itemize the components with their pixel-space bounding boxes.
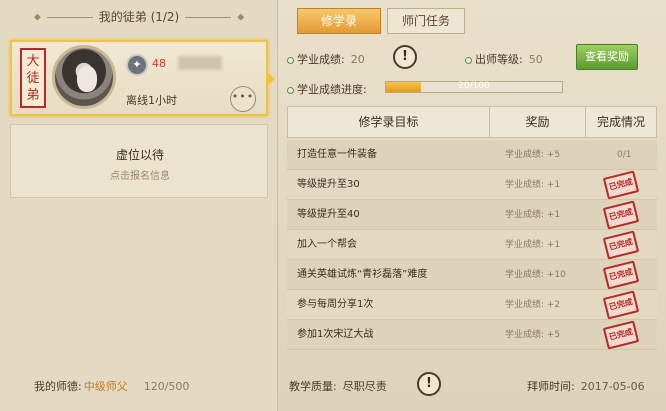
header-reward: 奖励 <box>490 107 586 137</box>
apprentice-date-value: 2017-05-06 <box>580 380 645 393</box>
vacant-title: 虚位以待 <box>115 148 164 162</box>
completed-stamp: 已完成 <box>602 260 640 290</box>
reward-text: 学业成绩: +10 <box>505 270 566 280</box>
teaching-quality: 教学质量: 尽职尽责 <box>289 378 387 394</box>
header-goal: 修学录目标 <box>288 107 490 137</box>
master-virtue-label: 我的师德: <box>34 380 82 393</box>
academic-score-label: 学业成绩: <box>297 53 345 66</box>
table-row: 加入一个帮会 学业成绩: +1 已完成 <box>287 230 657 260</box>
vacant-apprentice-slot[interactable]: 虚位以待 点击报名信息 <box>10 124 268 198</box>
table-header: 修学录目标 奖励 完成情况 <box>287 106 657 138</box>
score-progress-text: 20/100 <box>458 81 490 91</box>
more-options-button[interactable]: ••• <box>230 86 256 112</box>
header-status: 完成情况 <box>596 115 645 129</box>
teaching-quality-label: 教学质量: <box>289 380 337 393</box>
study-goals-table: 修学录目标 奖励 完成情况 打造任意一件装备 学业成绩: +5 0/1 等级提升至30… <box>287 106 657 356</box>
reward-text: 学业成绩: +1 <box>505 210 561 220</box>
reward-text: 学业成绩: +1 <box>505 240 561 250</box>
title-divider-right <box>185 17 232 18</box>
reward-text: 学业成绩: +1 <box>505 180 561 190</box>
tab-sect-tasks[interactable]: 师门任务 <box>387 8 465 34</box>
graduation-level-value: 50 <box>528 53 543 66</box>
score-progress-label: 学业成绩进度: <box>297 83 367 96</box>
goal-text: 等级提升至40 <box>297 209 360 220</box>
goal-text: 加入一个帮会 <box>297 239 357 250</box>
completed-stamp: 已完成 <box>602 290 640 320</box>
table-row: 参与每周分享1次 学业成绩: +2 已完成 <box>287 290 657 320</box>
master-virtue-points: 120/500 <box>143 380 190 393</box>
progress-count: 0/1 <box>617 150 632 160</box>
table-row: 通关英雄试炼“青衫磊落”难度 学业成绩: +10 已完成 <box>287 260 657 290</box>
completed-stamp: 已完成 <box>602 170 640 200</box>
reward-text: 学业成绩: +5 <box>505 150 561 160</box>
avatar-face <box>77 66 97 92</box>
academic-score: 学业成绩: 20 <box>287 51 365 67</box>
bullet-icon <box>287 86 294 94</box>
ornament-right-icon: ◆ <box>237 12 245 23</box>
completed-stamp: 已完成 <box>602 200 640 230</box>
table-row: 等级提升至40 学业成绩: +1 已完成 <box>287 200 657 230</box>
apprentice-date-label: 拜师时间: <box>527 380 575 393</box>
apprentice-seal: 大徒弟 <box>20 48 46 108</box>
goal-text: 等级提升至30 <box>297 179 360 190</box>
apprentice-date: 拜师时间: 2017-05-06 <box>527 378 645 394</box>
teaching-quality-value: 尽职尽责 <box>342 380 387 393</box>
academic-score-value: 20 <box>350 53 365 66</box>
completed-stamp: 已完成 <box>602 230 640 260</box>
goal-text: 通关英雄试炼“青衫磊落”难度 <box>297 269 428 280</box>
score-progress: 学业成绩进度: <box>287 81 367 97</box>
goal-text: 打造任意一件装备 <box>297 149 377 160</box>
graduation-level: 出师等级: 50 <box>465 51 543 67</box>
vacant-subtitle: 点击报名信息 <box>110 171 170 182</box>
bullet-icon <box>287 56 294 64</box>
apprentice-level: 48 <box>152 57 166 70</box>
ornament-left-icon: ◆ <box>33 12 41 23</box>
reward-text: 学业成绩: +2 <box>505 300 561 310</box>
table-row: 等级提升至30 学业成绩: +1 已完成 <box>287 170 657 200</box>
title-divider-left <box>46 17 93 18</box>
completed-stamp: 已完成 <box>602 320 640 350</box>
apprentice-avatar[interactable] <box>52 45 116 109</box>
view-rewards-button[interactable]: 查看奖励 <box>576 44 638 70</box>
score-progress-bar: 20/100 <box>385 81 563 93</box>
tab-study-record[interactable]: 修学录 <box>297 8 381 34</box>
master-apprentice-window: ◆ 我的徒弟 (1/2) ◆ 大徒弟 ✦ 48 离线1小时 ••• 虚位以待 点击报… <box>0 0 666 411</box>
teaching-info-icon[interactable]: ! <box>417 372 441 396</box>
master-virtue: 我的师德: 中级师父 120/500 <box>34 378 189 394</box>
apprentice-name-redacted <box>178 56 222 70</box>
apprentice-card[interactable]: 大徒弟 ✦ 48 离线1小时 ••• <box>10 40 275 116</box>
study-record-panel: 修学录 师门任务 学业成绩: 20 ! 出师等级: 50 查看奖励 学业成绩进度: … <box>279 0 666 411</box>
apprentice-panel-title: ◆ 我的徒弟 (1/2) ◆ <box>0 8 278 25</box>
bullet-icon <box>465 56 472 64</box>
master-rank: 中级师父 <box>83 380 128 393</box>
goal-text: 参加1次宋辽大战 <box>297 329 374 340</box>
selected-arrow-icon <box>267 72 275 86</box>
table-row: 参加1次宋辽大战 学业成绩: +5 已完成 <box>287 320 657 350</box>
apprentice-panel: ◆ 我的徒弟 (1/2) ◆ 大徒弟 ✦ 48 离线1小时 ••• 虚位以待 点击报… <box>0 0 278 411</box>
table-row: 打造任意一件装备 学业成绩: +5 0/1 <box>287 140 657 170</box>
level-badge-icon: ✦ <box>126 54 148 76</box>
apprentice-count-label: 我的徒弟 (1/2) <box>98 10 180 24</box>
goal-text: 参与每周分享1次 <box>297 299 374 310</box>
reward-text: 学业成绩: +5 <box>505 330 561 340</box>
apprentice-status: 离线1小时 <box>126 94 177 107</box>
info-warning-icon[interactable]: ! <box>393 45 417 69</box>
graduation-level-label: 出师等级: <box>475 53 523 66</box>
